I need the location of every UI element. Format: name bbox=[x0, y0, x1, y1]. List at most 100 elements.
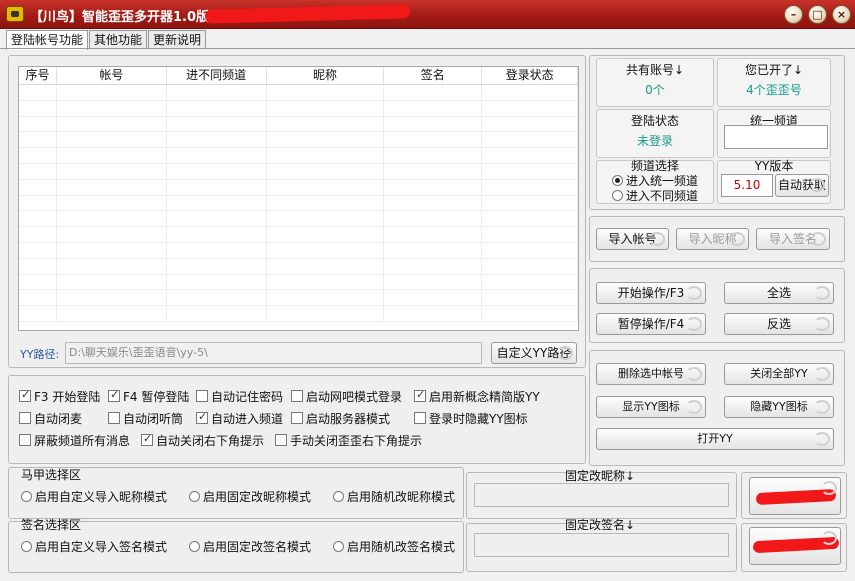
table-row[interactable] bbox=[19, 211, 578, 228]
radio-dot[interactable] bbox=[189, 490, 200, 502]
delete-selected-button[interactable]: 删除选中帐号 bbox=[596, 363, 706, 385]
checkbox-box[interactable] bbox=[291, 412, 303, 424]
col-account[interactable]: 帐号 bbox=[57, 67, 167, 84]
server-mode-checkbox[interactable]: 启动服务器模式 bbox=[291, 410, 390, 426]
checkbox-box[interactable] bbox=[141, 432, 153, 446]
manual-close-tip-checkbox[interactable]: 手动关闭歪歪右下角提示 bbox=[275, 432, 422, 448]
minimize-button[interactable]: – bbox=[784, 5, 803, 24]
unify-channel-radio[interactable]: 进入统一频道 bbox=[612, 173, 698, 188]
checkbox-box[interactable] bbox=[196, 410, 208, 424]
fixed-nickname-input[interactable] bbox=[474, 483, 729, 507]
col-login-status[interactable]: 登录状态 bbox=[482, 67, 578, 84]
fixed-signature-input[interactable] bbox=[474, 533, 729, 557]
checkbox-box[interactable] bbox=[108, 412, 120, 424]
signature-fixed-radio[interactable]: 启用固定改签名模式 bbox=[189, 539, 311, 554]
table-row[interactable] bbox=[19, 116, 578, 133]
nickname-action-button[interactable] bbox=[749, 477, 841, 515]
remember-password-checkbox[interactable]: 自动记住密码 bbox=[196, 388, 283, 404]
checkbox-box[interactable] bbox=[291, 390, 303, 402]
table-row[interactable] bbox=[19, 132, 578, 149]
pause-operation-button[interactable]: 暂停操作/F4 bbox=[596, 313, 706, 335]
open-yy-button[interactable]: 打开YY bbox=[596, 428, 834, 450]
auto-close-tip-checkbox[interactable]: 自动关闭右下角提示 bbox=[141, 432, 264, 448]
table-body[interactable] bbox=[19, 85, 578, 330]
auto-get-version-button[interactable]: 自动获取 bbox=[775, 174, 829, 197]
yy-version-input[interactable]: 5.10 bbox=[721, 174, 773, 197]
table-row[interactable] bbox=[19, 163, 578, 180]
auto-close-listen-checkbox[interactable]: 自动闭听筒 bbox=[108, 410, 183, 426]
table-row[interactable] bbox=[19, 258, 578, 275]
show-yy-icon-button[interactable]: 显示YY图标 bbox=[596, 396, 706, 418]
table-row[interactable] bbox=[19, 274, 578, 291]
manual-close-tip-label: 手动关闭歪歪右下角提示 bbox=[290, 433, 423, 448]
close-all-yy-button[interactable]: 关闭全部YY bbox=[724, 363, 834, 385]
tab-login-account[interactable]: 登陆帐号功能 bbox=[6, 30, 89, 50]
nickname-fixed-radio[interactable]: 启用固定改昵称模式 bbox=[189, 489, 311, 504]
checkbox-box[interactable] bbox=[414, 412, 426, 424]
start-operation-button[interactable]: 开始操作/F3 bbox=[596, 282, 706, 304]
checkbox-box[interactable] bbox=[414, 388, 426, 402]
checkbox-box[interactable] bbox=[196, 390, 208, 402]
hide-yy-icon-button[interactable]: 隐藏YY图标 bbox=[724, 396, 834, 418]
tab-update-notes[interactable]: 更新说明 bbox=[148, 30, 207, 49]
col-index[interactable]: 序号 bbox=[19, 67, 57, 84]
signature-random-radio[interactable]: 启用随机改签名模式 bbox=[333, 539, 455, 554]
f4-pause-checkbox[interactable]: F4 暂停登陆 bbox=[108, 388, 189, 404]
table-cell bbox=[482, 116, 578, 132]
table-row[interactable] bbox=[19, 227, 578, 243]
new-concept-yy-checkbox[interactable]: 启用新概念精简版YY bbox=[414, 388, 540, 404]
import-signature-button[interactable]: 导入签名 bbox=[756, 228, 830, 250]
col-channel[interactable]: 进不同频道 bbox=[167, 67, 267, 84]
checkbox-box[interactable] bbox=[19, 388, 31, 402]
radio-dot[interactable] bbox=[21, 490, 32, 502]
radio-dot[interactable] bbox=[21, 540, 32, 552]
custom-yy-path-button[interactable]: 自定义YY路径 bbox=[491, 342, 577, 364]
hide-icon-on-login-checkbox[interactable]: 登录时隐藏YY图标 bbox=[414, 410, 528, 426]
radio-dot[interactable] bbox=[612, 189, 623, 201]
block-channel-messages-checkbox[interactable]: 屏蔽频道所有消息 bbox=[19, 432, 130, 448]
unify-channel-input[interactable] bbox=[724, 125, 828, 149]
table-row[interactable] bbox=[19, 290, 578, 307]
table-row[interactable] bbox=[19, 242, 578, 259]
different-channel-radio[interactable]: 进入不同频道 bbox=[612, 188, 698, 203]
table-row[interactable] bbox=[19, 85, 578, 101]
nickname-import-radio[interactable]: 启用自定义导入昵称模式 bbox=[21, 489, 167, 504]
signature-action-button[interactable] bbox=[749, 527, 841, 565]
nickname-random-radio[interactable]: 启用随机改昵称模式 bbox=[333, 489, 455, 504]
checkbox-box[interactable] bbox=[19, 434, 31, 446]
table-row[interactable] bbox=[19, 100, 578, 117]
table-row[interactable] bbox=[19, 179, 578, 196]
import-nickname-button[interactable]: 导入昵称 bbox=[676, 228, 749, 250]
maximize-button[interactable]: □ bbox=[808, 5, 827, 24]
table-cell bbox=[19, 227, 57, 242]
col-nickname[interactable]: 昵称 bbox=[267, 67, 385, 84]
radio-dot[interactable] bbox=[333, 540, 344, 552]
account-table[interactable]: 序号 帐号 进不同频道 昵称 签名 登录状态 bbox=[18, 66, 579, 331]
table-row[interactable] bbox=[19, 195, 578, 212]
table-cell bbox=[482, 274, 578, 290]
checkbox-box[interactable] bbox=[19, 412, 31, 424]
import-account-button[interactable]: 导入帐号 bbox=[596, 228, 669, 250]
auto-enter-channel-checkbox[interactable]: 自动进入频道 bbox=[196, 410, 283, 426]
f3-start-checkbox[interactable]: F3 开始登陆 bbox=[19, 388, 100, 404]
netcafe-mode-checkbox[interactable]: 启动网吧模式登录 bbox=[291, 388, 402, 404]
checkbox-box[interactable] bbox=[275, 434, 287, 446]
close-button[interactable]: × bbox=[832, 5, 851, 24]
signature-import-radio[interactable]: 启用自定义导入签名模式 bbox=[21, 539, 167, 554]
radio-dot[interactable] bbox=[612, 174, 623, 186]
f4-pause-label: F4 暂停登陆 bbox=[123, 389, 190, 404]
tab-other-functions[interactable]: 其他功能 bbox=[89, 30, 148, 49]
invert-selection-button[interactable]: 反选 bbox=[724, 313, 834, 335]
table-row[interactable] bbox=[19, 306, 578, 322]
radio-dot[interactable] bbox=[189, 540, 200, 552]
table-cell bbox=[384, 242, 483, 258]
checkbox-box[interactable] bbox=[108, 388, 120, 402]
auto-mute-checkbox[interactable]: 自动闭麦 bbox=[19, 410, 82, 426]
col-signature[interactable]: 签名 bbox=[384, 67, 483, 84]
yy-path-input[interactable]: D:\聊天娱乐\歪歪语音\yy-5\ bbox=[65, 342, 482, 364]
select-all-button[interactable]: 全选 bbox=[724, 282, 834, 304]
table-row[interactable] bbox=[19, 148, 578, 164]
radio-dot[interactable] bbox=[333, 490, 344, 502]
table-cell bbox=[267, 306, 385, 321]
table-cell bbox=[19, 163, 57, 179]
